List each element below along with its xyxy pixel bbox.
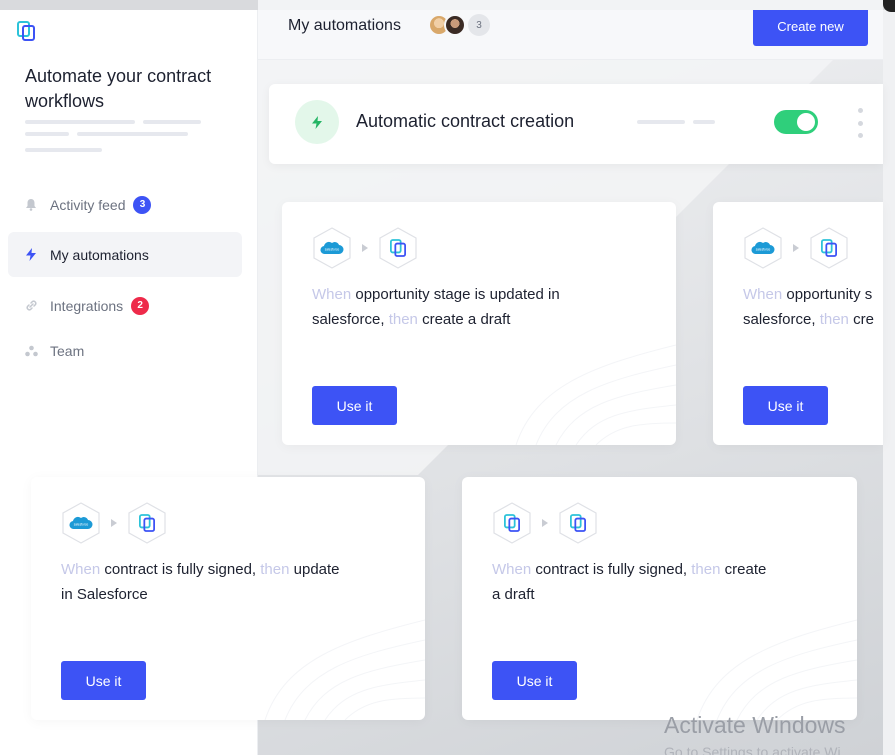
use-it-button[interactable]: Use it — [312, 386, 397, 425]
integration-flow — [492, 502, 598, 544]
create-new-button[interactable]: Create new — [753, 10, 868, 46]
template-card: salesforce When contract is fully signed… — [31, 477, 425, 720]
salesforce-icon: salesforce — [61, 502, 101, 544]
card-description: When contract is fully signed, then crea… — [492, 561, 767, 603]
lightning-icon — [295, 100, 339, 144]
activate-windows-watermark: Activate Windows — [664, 712, 846, 738]
contract-app-icon — [558, 502, 598, 544]
sidebar-item-activity-feed[interactable]: Activity feed 3 — [8, 182, 242, 227]
contract-app-icon — [809, 227, 849, 269]
bell-icon — [24, 198, 38, 212]
link-icon — [24, 299, 38, 313]
sidebar-item-label: My automations — [50, 246, 149, 263]
more-options-icon[interactable] — [857, 108, 863, 138]
avatar-count-badge[interactable]: 3 — [468, 14, 490, 36]
avatar[interactable] — [444, 14, 466, 36]
automation-row[interactable]: Automatic contract creation — [269, 84, 883, 164]
svg-text:salesforce: salesforce — [74, 523, 89, 527]
toggle-knob — [797, 113, 815, 131]
team-icon — [24, 344, 38, 358]
skeleton-line — [637, 120, 685, 124]
sidebar-item-team[interactable]: Team — [8, 328, 242, 373]
contract-app-icon — [492, 502, 532, 544]
template-card: When contract is fully signed, then crea… — [462, 477, 857, 720]
integrations-count-badge: 2 — [131, 296, 150, 315]
sidebar-item-label: Team — [50, 342, 85, 359]
skeleton-line — [693, 120, 715, 124]
skeleton-line — [143, 120, 201, 124]
sidebar-item-my-automations[interactable]: My automations — [8, 232, 242, 277]
activate-windows-subtext: Go to Settings to activate Wi — [664, 744, 841, 755]
svg-text:salesforce: salesforce — [756, 248, 771, 252]
svg-text:salesforce: salesforce — [325, 248, 340, 252]
use-it-button[interactable]: Use it — [492, 661, 577, 700]
arrow-right-icon — [793, 244, 799, 252]
use-it-button[interactable]: Use it — [61, 661, 146, 700]
card-description: When opportunity s salesforce, then cre — [743, 286, 874, 328]
use-it-button[interactable]: Use it — [743, 386, 828, 425]
template-card: salesforce When opportunity stage is upd… — [282, 202, 676, 445]
salesforce-icon: salesforce — [743, 227, 783, 269]
skeleton-line — [25, 148, 102, 152]
card-description: When opportunity stage is updated in sal… — [312, 286, 560, 328]
sidebar-item-label: Activity feed — [50, 196, 126, 213]
arrow-right-icon — [362, 244, 368, 252]
sidebar-item-label: Integrations — [50, 297, 124, 314]
card-description: When contract is fully signed, then upda… — [61, 561, 340, 603]
integration-flow: salesforce — [312, 227, 418, 269]
window-top-strip-main — [258, 0, 883, 10]
lightning-icon — [24, 248, 38, 262]
arrow-right-icon — [542, 519, 548, 527]
template-card: salesforce When opportunity s salesforce… — [713, 202, 883, 445]
avatar-group[interactable]: 3 — [428, 14, 490, 36]
skeleton-line — [77, 132, 188, 136]
main-header: My automations 3 Create new — [258, 10, 883, 60]
page-title: My automations — [288, 17, 401, 34]
contract-app-icon — [127, 502, 167, 544]
app-logo-icon[interactable] — [17, 21, 35, 41]
skeleton-line — [25, 132, 69, 136]
automation-title: Automatic contract creation — [356, 111, 575, 131]
integration-flow: salesforce — [743, 227, 849, 269]
salesforce-icon: salesforce — [312, 227, 352, 269]
arrow-right-icon — [111, 519, 117, 527]
contract-app-icon — [378, 227, 418, 269]
window-right-edge — [883, 0, 895, 755]
activity-count-badge: 3 — [133, 195, 152, 214]
integration-flow: salesforce — [61, 502, 167, 544]
automation-toggle[interactable] — [774, 110, 818, 134]
sidebar-tagline: Automate your contract workflows — [25, 66, 212, 111]
sidebar-item-integrations[interactable]: Integrations 2 — [8, 283, 242, 328]
skeleton-line — [25, 120, 135, 124]
